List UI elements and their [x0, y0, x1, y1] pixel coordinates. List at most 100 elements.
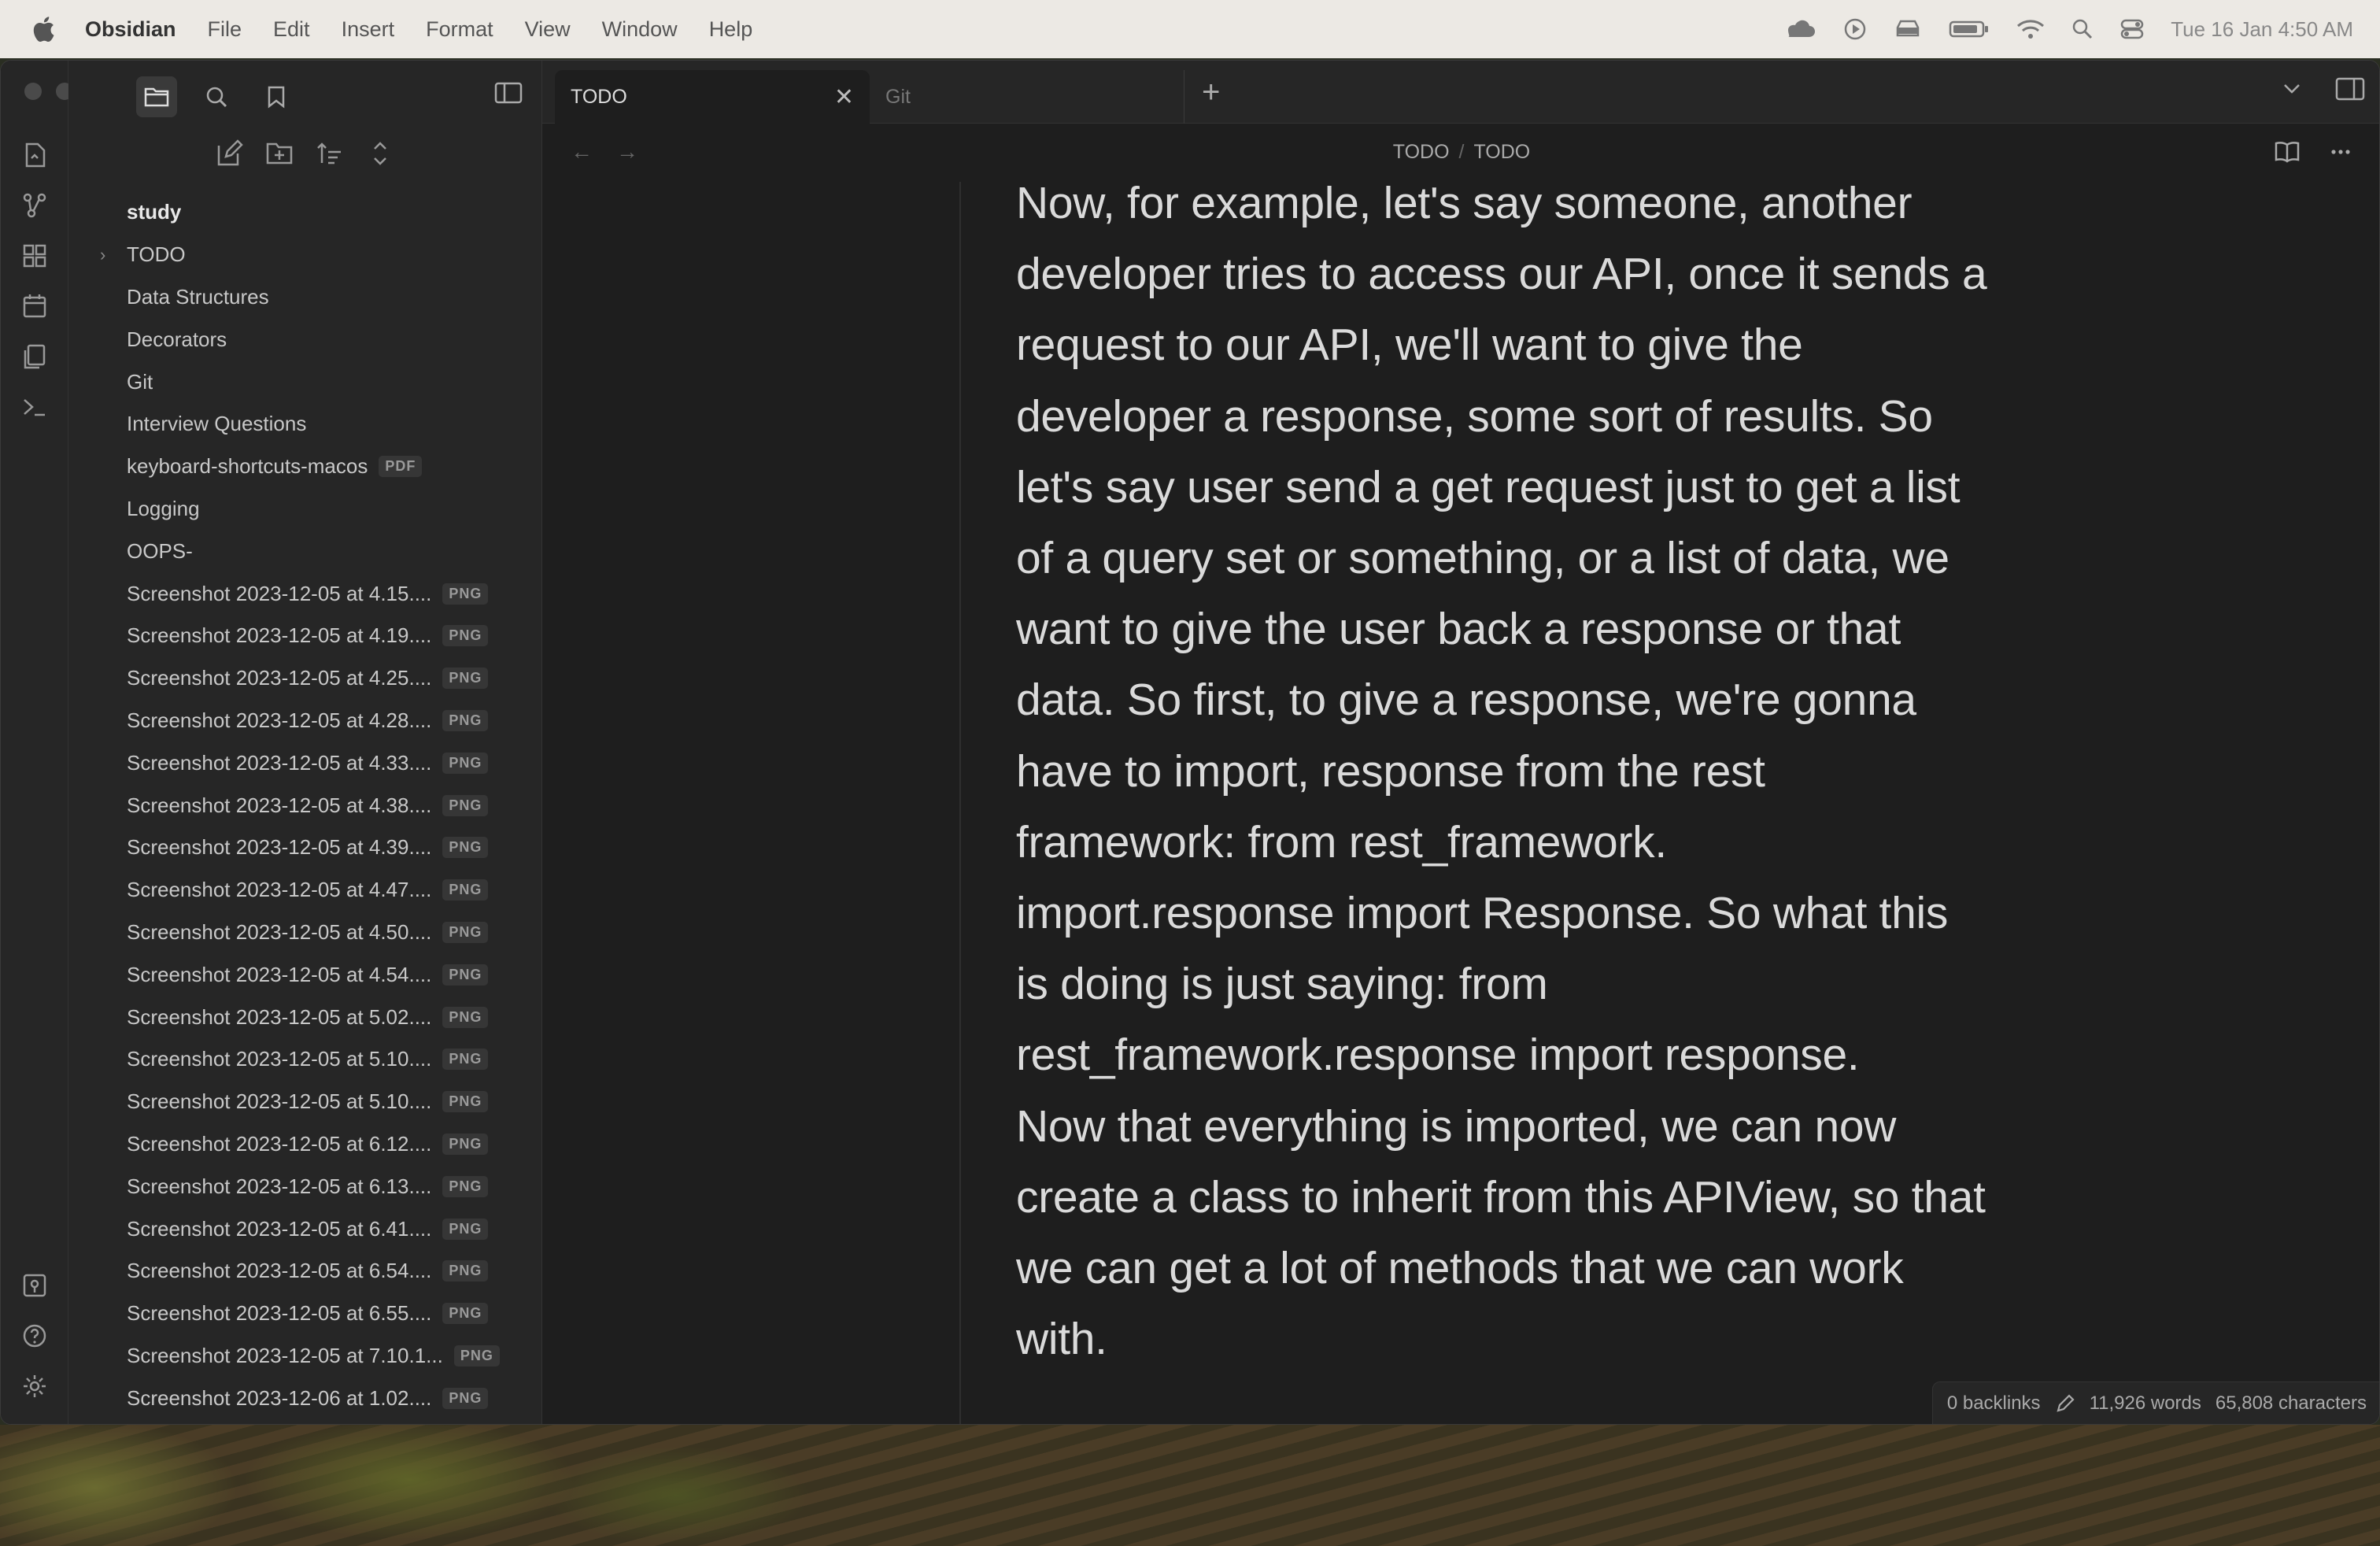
backlinks-count[interactable]: 0 backlinks [1947, 1393, 2041, 1415]
tree-file[interactable]: keyboard-shortcuts-macos PDF [68, 446, 542, 488]
expand-collapse-all-icon[interactable] [366, 139, 394, 168]
menu-file[interactable]: File [208, 17, 242, 42]
help-icon[interactable] [20, 1322, 49, 1350]
tree-file[interactable]: OOPS- [68, 530, 542, 572]
reading-view-book-icon[interactable] [2274, 140, 2301, 164]
clock[interactable]: Tue 16 Jan 4:50 AM [2171, 17, 2353, 42]
editor-line: Now, for example, let's say someone, ano… [1016, 178, 1913, 228]
breadcrumb-file[interactable]: TODO [1473, 141, 1530, 164]
tab-todo[interactable]: TODO ✕ [555, 70, 870, 124]
menu-view[interactable]: View [525, 17, 571, 42]
bookmark-icon[interactable] [256, 76, 297, 117]
tree-file[interactable]: Screenshot 2023-12-05 at 4.28.... PNG [68, 700, 542, 742]
editor-line: request to our API, we'll want to give t… [1016, 320, 1803, 371]
file-ext-badge: PNG [442, 625, 489, 647]
settings-gear-icon[interactable] [20, 1372, 49, 1400]
battery-icon[interactable] [1949, 18, 1990, 40]
tree-file[interactable]: Screenshot 2023-12-05 at 4.39.... PNG [68, 827, 542, 869]
menu-insert[interactable]: Insert [342, 17, 395, 42]
file-ext-badge: PNG [442, 837, 489, 859]
vault-switcher-icon[interactable] [20, 1271, 49, 1300]
tab-git[interactable]: Git [870, 70, 1184, 124]
car-icon[interactable] [1894, 18, 1922, 40]
tree-file[interactable]: Logging [68, 488, 542, 531]
daily-note-calendar-icon[interactable] [20, 292, 49, 320]
tree-file[interactable]: Screenshot 2023-12-05 at 4.38.... PNG [68, 784, 542, 827]
editor-line: framework: from rest_framework. [1016, 816, 1667, 867]
tree-file[interactable]: Screenshot 2023-12-06 at 1.02.... PNG [68, 1377, 542, 1419]
editor-line: have to import, response from the rest [1016, 745, 1765, 797]
chevron-right-icon[interactable]: › [100, 245, 105, 265]
tree-file[interactable]: Screenshot 2023-12-05 at 5.10.... PNG [68, 1038, 542, 1081]
tree-file[interactable]: Screenshot 2023-12-05 at 4.47.... PNG [68, 869, 542, 912]
menu-edit[interactable]: Edit [273, 17, 310, 42]
wifi-icon[interactable] [2016, 18, 2045, 40]
files-folder-icon[interactable] [136, 76, 177, 117]
tree-folder-todo[interactable]: › TODO [68, 234, 542, 276]
breadcrumb-folder[interactable]: TODO [1393, 141, 1450, 164]
character-count: 65,808 characters [2215, 1392, 2367, 1414]
menu-help[interactable]: Help [709, 17, 753, 42]
tree-file[interactable]: Screenshot 2023-12-05 at 4.19.... PNG [68, 615, 542, 657]
app-name-menu[interactable]: Obsidian [85, 17, 176, 42]
tree-file[interactable]: Interview Questions [68, 403, 542, 446]
menu-window[interactable]: Window [602, 17, 678, 42]
collapse-sidebar-icon[interactable] [494, 81, 523, 109]
new-tab-plus-icon[interactable]: + [1202, 75, 1220, 110]
forward-arrow-icon[interactable]: → [616, 139, 638, 165]
obsidian-window: study › TODO Data Structures Decorators G… [0, 60, 2380, 1425]
editor-line: developer a response, some sort of resul… [1016, 390, 1933, 442]
tree-file[interactable]: Screenshot 2023-12-05 at 6.54.... PNG [68, 1250, 542, 1293]
tree-file[interactable]: Screenshot 2023-12-05 at 6.55.... PNG [68, 1293, 542, 1335]
close-tab-icon[interactable]: ✕ [834, 83, 854, 111]
tree-file[interactable]: Screenshot 2023-12-05 at 4.15.... PNG [68, 572, 542, 615]
apple-logo-icon[interactable] [31, 16, 55, 43]
tree-file[interactable]: Screenshot 2023-12-05 at 4.25.... PNG [68, 657, 542, 700]
tree-file[interactable]: Screenshot 2023-12-05 at 6.12.... PNG [68, 1123, 542, 1166]
tree-file[interactable]: Screenshot 2023-12-05 at 4.54.... PNG [68, 953, 542, 996]
spotlight-search-icon[interactable] [2071, 18, 2094, 40]
file-ext-badge: PNG [442, 1006, 489, 1028]
tree-file[interactable]: Screenshot 2023-12-05 at 6.13.... PNG [68, 1165, 542, 1208]
tree-file[interactable]: Data Structures [68, 276, 542, 319]
control-center-icon[interactable] [2120, 18, 2144, 40]
search-icon[interactable] [196, 76, 237, 117]
templates-copy-icon[interactable] [20, 342, 49, 371]
tree-file[interactable]: Screenshot 2023-12-05 at 5.10.... PNG [68, 1081, 542, 1123]
file-ext-badge: PNG [442, 794, 489, 816]
graph-view-icon[interactable] [20, 191, 49, 220]
file-tree: study › TODO Data Structures Decorators G… [68, 191, 542, 1419]
back-arrow-icon[interactable]: ← [571, 139, 593, 165]
file-ext-badge: PNG [442, 668, 489, 690]
file-ext-badge: PNG [442, 583, 489, 605]
play-circle-icon[interactable] [1843, 17, 1867, 41]
toggle-right-sidebar-icon[interactable] [2335, 76, 2365, 102]
history-nav: ← → [571, 139, 638, 165]
tree-file[interactable]: Decorators [68, 318, 542, 361]
editor-line: with. [1016, 1314, 1107, 1365]
tree-file[interactable]: Screenshot 2023-12-05 at 4.33.... PNG [68, 742, 542, 784]
cloud-icon[interactable] [1779, 18, 1816, 40]
tree-file[interactable]: Screenshot 2023-12-05 at 4.50.... PNG [68, 912, 542, 954]
new-note-icon[interactable] [215, 139, 243, 168]
tree-file[interactable]: Git [68, 361, 542, 403]
menu-format[interactable]: Format [426, 17, 493, 42]
close-window-button[interactable] [24, 83, 42, 100]
file-ext-badge: PNG [442, 1260, 489, 1282]
tree-file[interactable]: Screenshot 2023-12-05 at 7.10.1... PNG [68, 1335, 542, 1378]
terminal-icon[interactable] [20, 393, 49, 421]
file-ext-badge: PNG [442, 1091, 489, 1113]
tree-file[interactable]: Screenshot 2023-12-05 at 6.41.... PNG [68, 1208, 542, 1250]
sort-order-icon[interactable] [316, 139, 344, 168]
tree-file[interactable]: Screenshot 2023-12-05 at 5.02.... PNG [68, 996, 542, 1038]
vault-root-study[interactable]: study [68, 191, 542, 234]
canvas-icon[interactable] [20, 242, 49, 270]
note-editor[interactable]: Now, for example, let's say someone, ano… [1016, 178, 2016, 1374]
tab-list-chevron-down-icon[interactable] [2280, 76, 2304, 100]
more-options-icon[interactable] [2329, 140, 2352, 164]
new-folder-icon[interactable] [265, 139, 294, 168]
view-actions [2274, 140, 2352, 164]
edit-mode-pencil-icon[interactable] [2055, 1393, 2075, 1414]
editor-line: developer tries to access our API, once … [1016, 249, 1987, 300]
open-quick-switcher-icon[interactable] [20, 141, 49, 169]
